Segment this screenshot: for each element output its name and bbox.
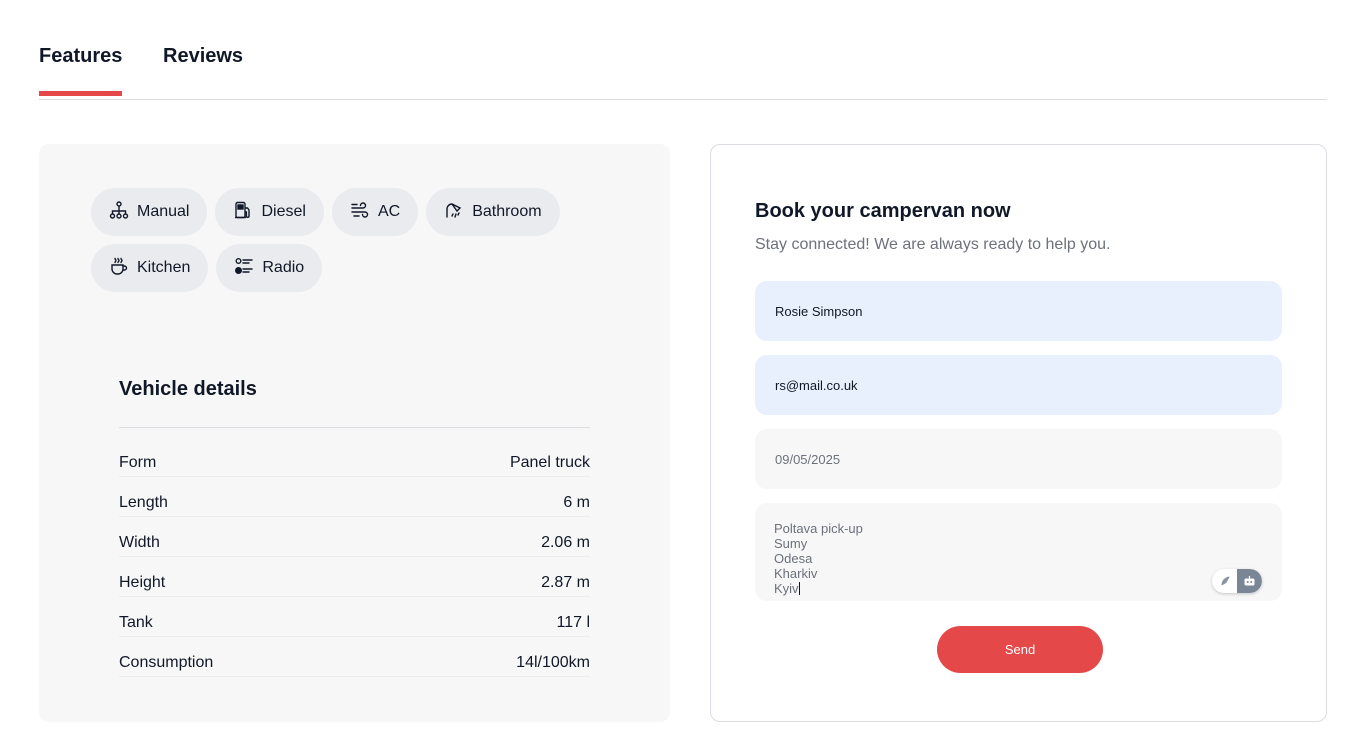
detail-value: 117 l xyxy=(556,614,590,631)
vehicle-details: Vehicle details Form Panel truck Length … xyxy=(119,376,590,677)
detail-label: Width xyxy=(119,534,160,551)
tab-bar: Features Reviews xyxy=(39,0,1327,100)
transmission-icon xyxy=(109,200,129,225)
comment-line: Sumy xyxy=(774,536,808,551)
feature-chip-label: Radio xyxy=(262,259,305,276)
feature-chip-label: AC xyxy=(377,203,401,220)
radio-list-icon xyxy=(234,256,254,281)
feature-chip-label: Manual xyxy=(137,203,190,220)
feather-icon[interactable] xyxy=(1212,569,1237,593)
cup-icon xyxy=(109,256,129,281)
detail-value: 2.87 m xyxy=(541,574,590,591)
booking-date-field[interactable]: 09/05/2025 xyxy=(755,429,1282,489)
feature-chip-ac: AC xyxy=(331,188,419,236)
detail-row: Consumption 14l/100km xyxy=(119,637,590,677)
vehicle-details-list: Form Panel truck Length 6 m Width 2.06 m… xyxy=(119,441,590,677)
booking-form: Book your campervan now Stay connected! … xyxy=(710,144,1327,722)
detail-row: Length 6 m xyxy=(119,477,590,517)
name-field[interactable]: Rosie Simpson xyxy=(755,281,1282,341)
comment-line: Kharkiv xyxy=(774,566,818,581)
booking-subtitle: Stay connected! We are always ready to h… xyxy=(755,236,1111,253)
detail-row: Height 2.87 m xyxy=(119,557,590,597)
features-panel: Manual Diesel AC Bathroom Kitchen Radio … xyxy=(39,144,670,722)
feature-chip-label: Diesel xyxy=(261,203,306,220)
tab-reviews[interactable]: Reviews xyxy=(163,45,243,68)
wind-icon xyxy=(350,200,370,225)
feature-chip-label: Bathroom xyxy=(472,203,542,220)
comment-line: Kyiv xyxy=(774,581,799,596)
detail-value: 6 m xyxy=(563,494,590,511)
detail-label: Length xyxy=(119,494,168,511)
detail-row: Form Panel truck xyxy=(119,441,590,477)
vehicle-details-title: Vehicle details xyxy=(119,376,590,428)
detail-label: Height xyxy=(119,574,166,591)
shower-icon xyxy=(444,200,464,225)
detail-value: Panel truck xyxy=(509,454,590,471)
comment-line: Poltava pick-up xyxy=(774,521,863,536)
feature-chip-bathroom: Bathroom xyxy=(426,188,560,236)
robot-icon[interactable] xyxy=(1237,569,1262,593)
email-field[interactable]: rs@mail.co.uk xyxy=(755,355,1282,415)
feature-chip-manual: Manual xyxy=(91,188,208,236)
detail-row: Tank 117 l xyxy=(119,597,590,637)
feature-chip-radio: Radio xyxy=(216,244,323,292)
tab-features[interactable]: Features xyxy=(39,45,123,96)
detail-label: Form xyxy=(119,454,157,471)
detail-row: Width 2.06 m xyxy=(119,517,590,557)
extension-widget[interactable] xyxy=(1212,569,1262,593)
detail-label: Tank xyxy=(119,614,153,631)
comment-textarea[interactable]: Poltava pick-up Sumy Odesa Kharkiv Kyiv xyxy=(755,503,1282,601)
send-button[interactable]: Send xyxy=(937,626,1103,673)
feature-chip-diesel: Diesel xyxy=(215,188,324,236)
feature-chips: Manual Diesel AC Bathroom Kitchen Radio xyxy=(91,188,611,292)
feature-chip-kitchen: Kitchen xyxy=(91,244,209,292)
detail-value: 14l/100km xyxy=(516,654,590,671)
fuel-pump-icon xyxy=(233,200,253,225)
feature-chip-label: Kitchen xyxy=(137,259,191,276)
comment-line: Odesa xyxy=(774,551,813,566)
booking-title: Book your campervan now xyxy=(755,200,1011,222)
text-cursor xyxy=(798,582,800,595)
detail-value: 2.06 m xyxy=(541,534,590,551)
detail-label: Consumption xyxy=(119,654,214,671)
